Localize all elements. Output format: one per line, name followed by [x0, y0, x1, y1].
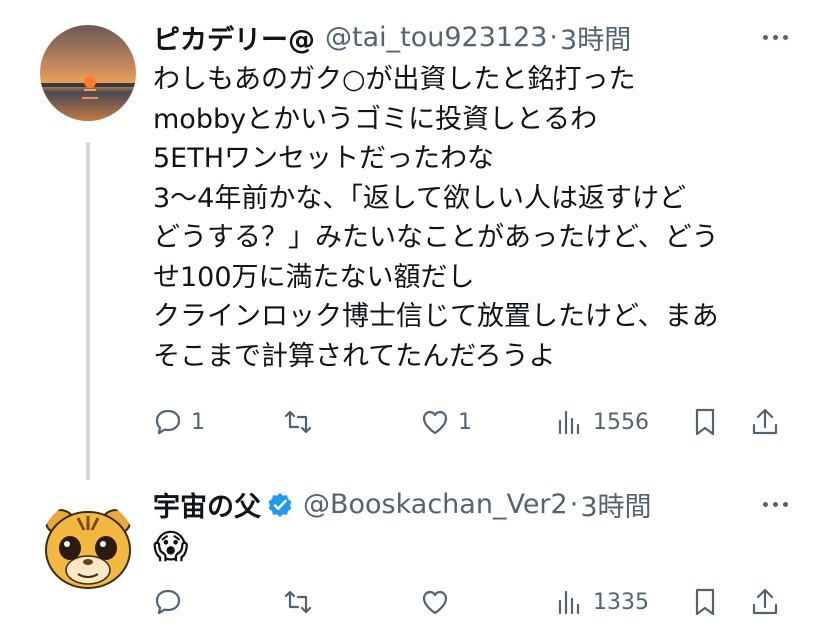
tweet-header: 宇宙の父 @Booskachan_Ver2 · 3時間 [153, 485, 652, 524]
views-icon [558, 410, 580, 435]
tweet-text-line: 3〜4年前かな、「返して欲しい人は返すけど [153, 182, 687, 214]
emoji-face-screaming: 😱 [153, 527, 189, 567]
reply-button[interactable]: 1 [153, 402, 205, 442]
views-count: 1335 [593, 589, 649, 615]
avatar[interactable] [40, 25, 136, 121]
separator-dot: · [549, 22, 559, 53]
retweet-button[interactable] [283, 582, 321, 622]
action-bar: 1 1 1556 [153, 402, 793, 442]
reply-button[interactable] [153, 582, 191, 622]
retweet-icon [284, 590, 312, 614]
retweet-icon [284, 410, 312, 434]
bookmark-icon [695, 408, 715, 436]
views-button[interactable]: 1556 [555, 402, 649, 442]
tweet-header: ピカデリー@ @tai_tou923123 · 3時間 [153, 18, 631, 57]
views-icon [558, 590, 580, 615]
reply-icon [155, 589, 181, 615]
tweet-text-line: mobbyとかいうゴミに投資しとるわ [153, 103, 598, 135]
tweet[interactable]: ピカデリー@ @tai_tou923123 · 3時間 わしもあのガク○が出資し… [0, 0, 828, 480]
display-name[interactable]: ピカデリー@ [153, 18, 315, 57]
like-button[interactable]: 1 [420, 402, 472, 442]
tweet-text: 😱 [153, 527, 793, 568]
tweet-text: わしもあのガク○が出資したと銘打った mobbyとかいうゴミに投資しとるわ 5E… [153, 60, 793, 376]
like-button[interactable] [420, 582, 458, 622]
bookmark-icon [695, 588, 715, 616]
like-count: 1 [458, 409, 472, 435]
verified-icon [268, 492, 292, 517]
bookmark-button[interactable] [690, 582, 720, 622]
share-button[interactable] [750, 402, 780, 442]
avatar[interactable] [40, 500, 136, 596]
tweet-text-line: わしもあのガク○が出資したと銘打った [153, 64, 636, 95]
action-bar: 1335 [153, 582, 793, 622]
share-icon [752, 408, 778, 435]
share-button[interactable] [750, 582, 780, 622]
more-icon[interactable] [763, 35, 788, 40]
tweet[interactable]: 宇宙の父 @Booskachan_Ver2 · 3時間 😱 1335 [0, 480, 828, 643]
retweet-button[interactable] [283, 402, 321, 442]
views-button[interactable]: 1335 [555, 582, 649, 622]
more-icon[interactable] [763, 502, 788, 507]
tweet-text-line: どうする？」みたいなことがあったけど、どう [153, 222, 719, 253]
tweet-text-line: 5ETHワンセットだったわな [153, 143, 495, 174]
display-name[interactable]: 宇宙の父 [153, 485, 261, 524]
timestamp[interactable]: 3時間 [580, 485, 651, 524]
like-icon [422, 410, 448, 435]
user-handle[interactable]: @Booskachan_Ver2 [303, 489, 568, 520]
reply-icon [155, 409, 181, 435]
bookmark-button[interactable] [690, 402, 720, 442]
user-handle[interactable]: @tai_tou923123 [325, 22, 547, 53]
timestamp[interactable]: 3時間 [560, 18, 631, 57]
tweet-text-line: せ100万に満たない額だし [153, 261, 475, 293]
separator-dot: · [569, 489, 579, 520]
share-icon [752, 588, 778, 615]
like-icon [422, 590, 448, 615]
tweet-text-line: そこまで計算されてたんだろうよ [153, 340, 556, 372]
reply-count: 1 [191, 409, 205, 435]
views-count: 1556 [593, 409, 649, 435]
tweet-text-line: クラインロック博士信じて放置したけど、まあ [153, 301, 719, 332]
